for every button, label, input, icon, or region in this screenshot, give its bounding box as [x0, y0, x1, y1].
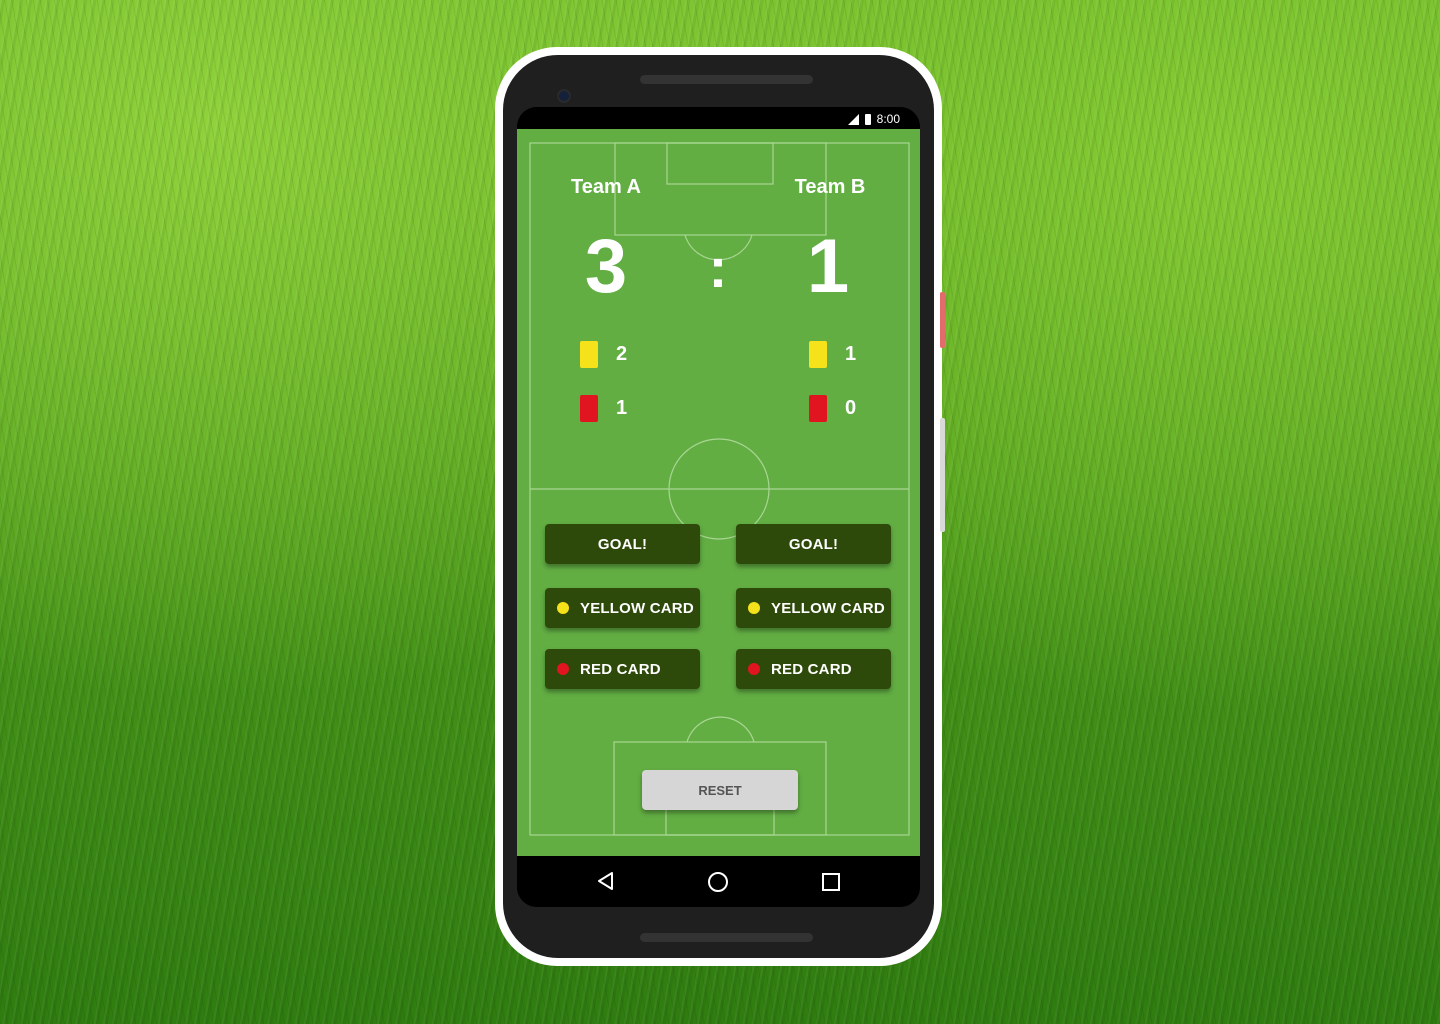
goal-button-label: GOAL!	[788, 535, 839, 553]
yellow-card-icon	[580, 341, 598, 368]
team-a-name: Team A	[570, 176, 642, 198]
team-b-score: 1	[806, 224, 850, 309]
red-dot-icon	[557, 663, 569, 675]
signal-icon	[847, 113, 859, 125]
yellow-dot-icon	[557, 602, 569, 614]
volume-button	[940, 418, 945, 532]
phone-screen: 8:00 Team A Team B 3 : 1 2 1 1 0 GOAL! Y…	[517, 107, 920, 907]
team-b-red-count: 0	[845, 397, 857, 419]
team-a-yellow-count: 2	[616, 343, 628, 365]
team-a-score: 3	[584, 224, 628, 309]
team-a-red-card-button[interactable]: RED CARD	[545, 649, 700, 689]
status-time: 8:00	[876, 112, 900, 126]
reset-button[interactable]: RESET	[642, 770, 798, 810]
goal-button-label: GOAL!	[597, 535, 648, 553]
navigation-bar	[517, 856, 920, 907]
yellow-dot-icon	[748, 602, 760, 614]
status-bar: 8:00	[517, 107, 920, 129]
yellow-card-button-label: YELLOW CARD	[580, 599, 694, 617]
team-b-red-card-button[interactable]: RED CARD	[736, 649, 891, 689]
red-card-button-label: RED CARD	[771, 660, 852, 678]
team-a-yellow-card-button[interactable]: YELLOW CARD	[545, 588, 700, 628]
red-dot-icon	[748, 663, 760, 675]
team-a-red-count: 1	[616, 397, 628, 419]
bottom-speaker	[640, 933, 813, 942]
yellow-card-icon	[809, 341, 827, 368]
score-separator: :	[708, 236, 728, 299]
recents-icon[interactable]	[820, 871, 842, 893]
red-card-icon	[809, 395, 827, 422]
red-card-icon	[580, 395, 598, 422]
battery-icon	[864, 113, 871, 125]
team-b-name: Team B	[794, 176, 866, 198]
front-camera-icon	[559, 91, 569, 101]
back-icon[interactable]	[595, 870, 617, 892]
team-b-yellow-card-button[interactable]: YELLOW CARD	[736, 588, 891, 628]
yellow-card-button-label: YELLOW CARD	[771, 599, 885, 617]
home-icon[interactable]	[706, 870, 730, 894]
earpiece-speaker	[640, 75, 813, 84]
team-a-goal-button[interactable]: GOAL!	[545, 524, 700, 564]
team-b-yellow-count: 1	[845, 343, 857, 365]
soccer-field: Team A Team B 3 : 1 2 1 1 0 GOAL! YELLOW…	[517, 129, 920, 856]
power-button	[940, 292, 945, 348]
team-b-goal-button[interactable]: GOAL!	[736, 524, 891, 564]
red-card-button-label: RED CARD	[580, 660, 661, 678]
reset-button-label: RESET	[698, 782, 742, 798]
